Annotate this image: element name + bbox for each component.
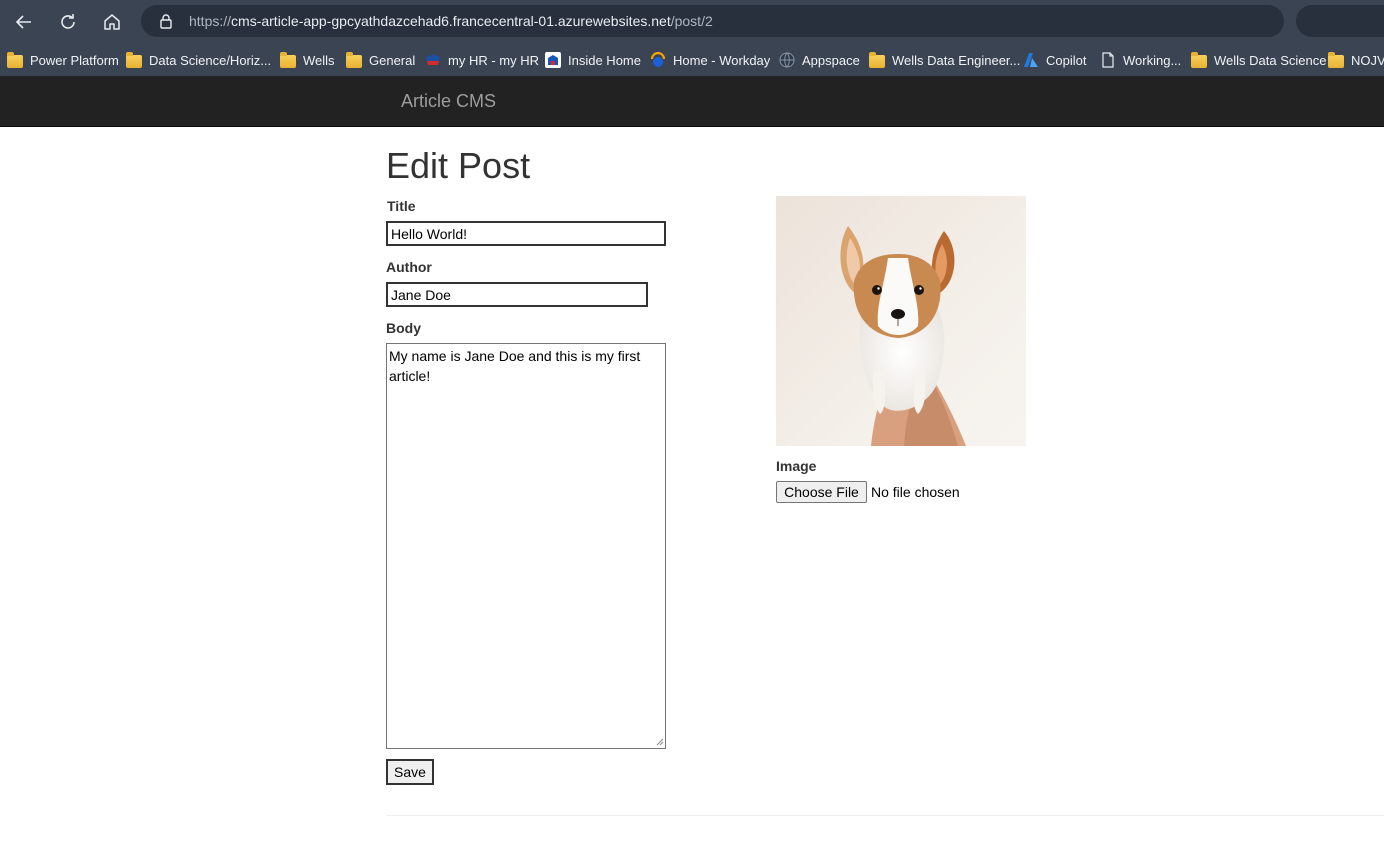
app-navbar: Article CMS <box>0 76 1384 127</box>
bookmark-my-hr[interactable]: my HR - my HR <box>425 51 539 69</box>
bookmark-inside-home[interactable]: Inside Home <box>545 51 641 69</box>
inside-home-icon <box>545 52 561 68</box>
bookmark-label: Copilot <box>1046 52 1087 68</box>
save-button[interactable]: Save <box>386 759 434 785</box>
bookmark-label: Wells <box>303 52 335 68</box>
bookmark-appspace[interactable]: Appspace <box>779 51 860 69</box>
navbar-brand-link[interactable]: Article CMS <box>401 91 496 112</box>
footer-divider <box>386 815 1384 816</box>
bookmark-label: my HR - my HR <box>448 52 539 68</box>
bookmark-label: General <box>369 52 416 68</box>
bookmark-general[interactable]: General <box>346 51 415 69</box>
url-path: /post/2 <box>670 13 713 29</box>
bookmark-power-platform[interactable]: Power Platform <box>7 51 119 69</box>
bookmark-label: Appspace <box>802 52 860 68</box>
address-bar[interactable]: https://cms-article-app-gpcyathdazcehad6… <box>141 5 1284 37</box>
bookmark-wells-data-engineer[interactable]: Wells Data Engineer... <box>869 51 1020 69</box>
bookmark-working[interactable]: Working... <box>1100 51 1181 69</box>
body-textarea[interactable]: My name is Jane Doe and this is my first… <box>386 343 666 749</box>
bookmark-label: Data Science/Horiz... <box>149 52 272 68</box>
back-arrow-icon <box>15 15 31 29</box>
refresh-icon <box>61 14 75 29</box>
toolbar-extension-area <box>1296 5 1384 37</box>
folder-icon <box>346 51 362 68</box>
bookmark-nojv[interactable]: NOJV <box>1328 51 1384 69</box>
folder-icon <box>869 51 885 68</box>
bookmark-label: NOJV <box>1351 52 1384 68</box>
author-input[interactable] <box>386 282 648 307</box>
resize-grip-icon[interactable] <box>656 738 664 746</box>
image-label: Image <box>776 458 817 474</box>
browser-toolbar: https://cms-article-app-gpcyathdazcehad6… <box>0 0 1384 43</box>
azure-icon <box>1024 53 1038 67</box>
home-button[interactable] <box>98 8 126 36</box>
body-label: Body <box>386 320 421 336</box>
workday-icon <box>650 52 666 67</box>
choose-file-button[interactable]: Choose File <box>776 481 867 503</box>
page-title: Edit Post <box>386 145 531 186</box>
back-button[interactable] <box>10 8 38 36</box>
url-host: cms-article-app-gpcyathdazcehad6.francec… <box>231 13 671 29</box>
hr-icon <box>426 55 440 65</box>
bookmark-wells[interactable]: Wells <box>280 51 335 69</box>
home-icon <box>104 14 120 30</box>
bookmark-label: Wells Data Science <box>1214 52 1327 68</box>
bookmark-copilot[interactable]: Copilot <box>1023 51 1086 69</box>
bookmark-wells-data-science[interactable]: Wells Data Science <box>1191 51 1326 69</box>
no-file-text: No file chosen <box>871 484 960 500</box>
bookmark-label: Working... <box>1123 52 1182 68</box>
folder-icon <box>7 51 23 68</box>
folder-icon <box>126 51 142 68</box>
url-protocol: https:// <box>189 13 232 29</box>
bookmark-label: Home - Workday <box>673 52 771 68</box>
title-label: Title <box>387 198 416 214</box>
folder-icon <box>1191 51 1207 68</box>
refresh-button[interactable] <box>54 8 82 36</box>
bookmark-label: Power Platform <box>30 52 119 68</box>
folder-icon <box>280 51 296 68</box>
bookmark-label: Wells Data Engineer... <box>892 52 1021 68</box>
bookmark-workday[interactable]: Home - Workday <box>650 51 770 69</box>
author-label: Author <box>386 259 432 275</box>
page-icon <box>1102 52 1114 68</box>
folder-icon <box>1328 51 1344 68</box>
bookmarks-bar: Power Platform Data Science/Horiz... Wel… <box>0 43 1384 76</box>
post-image <box>776 196 1026 446</box>
lock-icon[interactable] <box>158 13 174 29</box>
title-input[interactable] <box>386 221 666 246</box>
puppy-photo <box>776 196 1026 446</box>
url-text[interactable]: https://cms-article-app-gpcyathdazcehad6… <box>189 13 713 29</box>
bookmark-label: Inside Home <box>568 52 641 68</box>
bookmark-data-science[interactable]: Data Science/Horiz... <box>126 51 271 69</box>
globe-icon <box>779 52 795 68</box>
